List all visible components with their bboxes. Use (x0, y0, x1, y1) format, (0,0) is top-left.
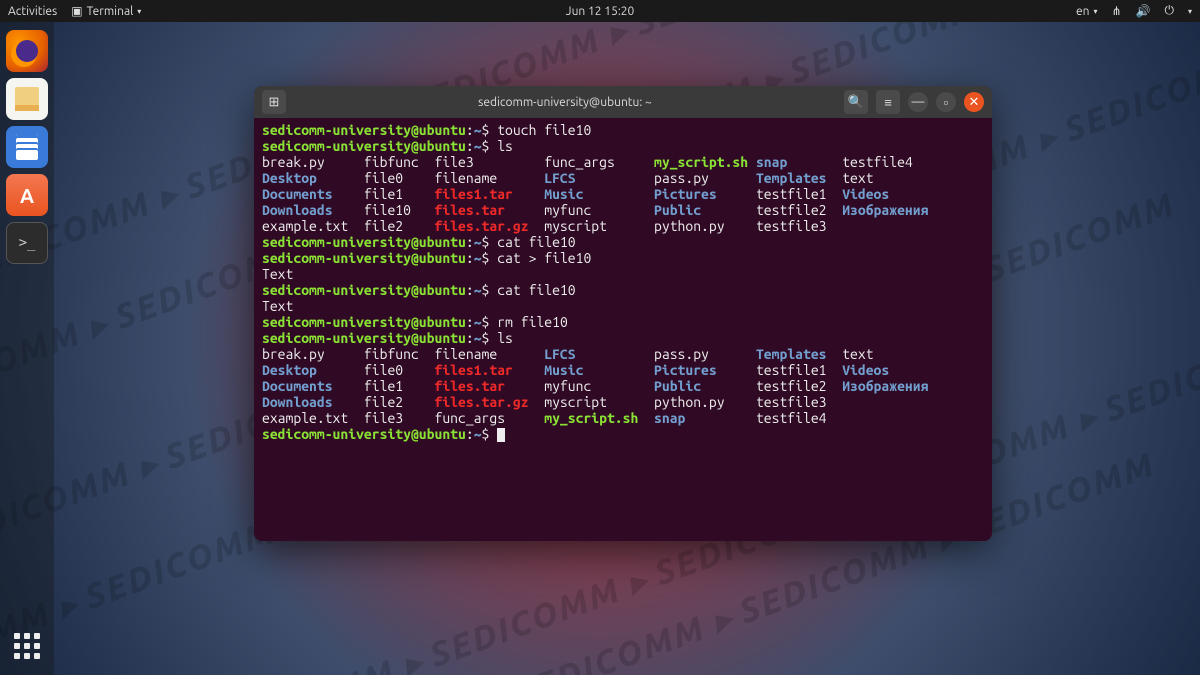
terminal-body[interactable]: sedicomm-university@ubuntu:~$ touch file… (254, 118, 992, 541)
app-menu-icon: ▣ (71, 4, 82, 18)
terminal-titlebar[interactable]: ⊞ sedicomm-university@ubuntu: ~ 🔍 ≡ — ▫ … (254, 86, 992, 118)
activities-button[interactable]: Activities (8, 5, 57, 18)
chevron-down-icon: ▾ (1093, 7, 1097, 16)
input-language[interactable]: en ▾ (1076, 5, 1098, 18)
dock-terminal[interactable] (6, 222, 48, 264)
input-language-label: en (1076, 5, 1089, 18)
volume-icon[interactable]: 🔊 (1136, 4, 1151, 18)
dock-files[interactable] (6, 78, 48, 120)
network-icon[interactable]: ⋔ (1111, 4, 1121, 18)
show-applications-button[interactable] (6, 625, 48, 667)
dock-libreoffice-writer[interactable] (6, 126, 48, 168)
power-icon[interactable]: ⏻ (1164, 4, 1174, 18)
search-button[interactable]: 🔍 (844, 90, 868, 114)
gnome-top-bar: Activities ▣ Terminal ▾ Jun 12 15:20 en … (0, 0, 1200, 22)
app-menu[interactable]: ▣ Terminal ▾ (71, 4, 141, 18)
chevron-down-icon: ▾ (1188, 7, 1192, 16)
chevron-down-icon: ▾ (137, 7, 141, 16)
dock-software[interactable] (6, 174, 48, 216)
minimize-button[interactable]: — (908, 92, 928, 112)
new-tab-button[interactable]: ⊞ (262, 90, 286, 114)
menu-button[interactable]: ≡ (876, 90, 900, 114)
window-title: sedicomm-university@ubuntu: ~ (294, 96, 836, 109)
close-button[interactable]: ✕ (964, 92, 984, 112)
app-menu-label: Terminal (87, 5, 134, 18)
dock-firefox[interactable] (6, 30, 48, 72)
terminal-window: ⊞ sedicomm-university@ubuntu: ~ 🔍 ≡ — ▫ … (254, 86, 992, 541)
dock (0, 22, 54, 675)
maximize-button[interactable]: ▫ (936, 92, 956, 112)
clock[interactable]: Jun 12 15:20 (566, 5, 635, 18)
